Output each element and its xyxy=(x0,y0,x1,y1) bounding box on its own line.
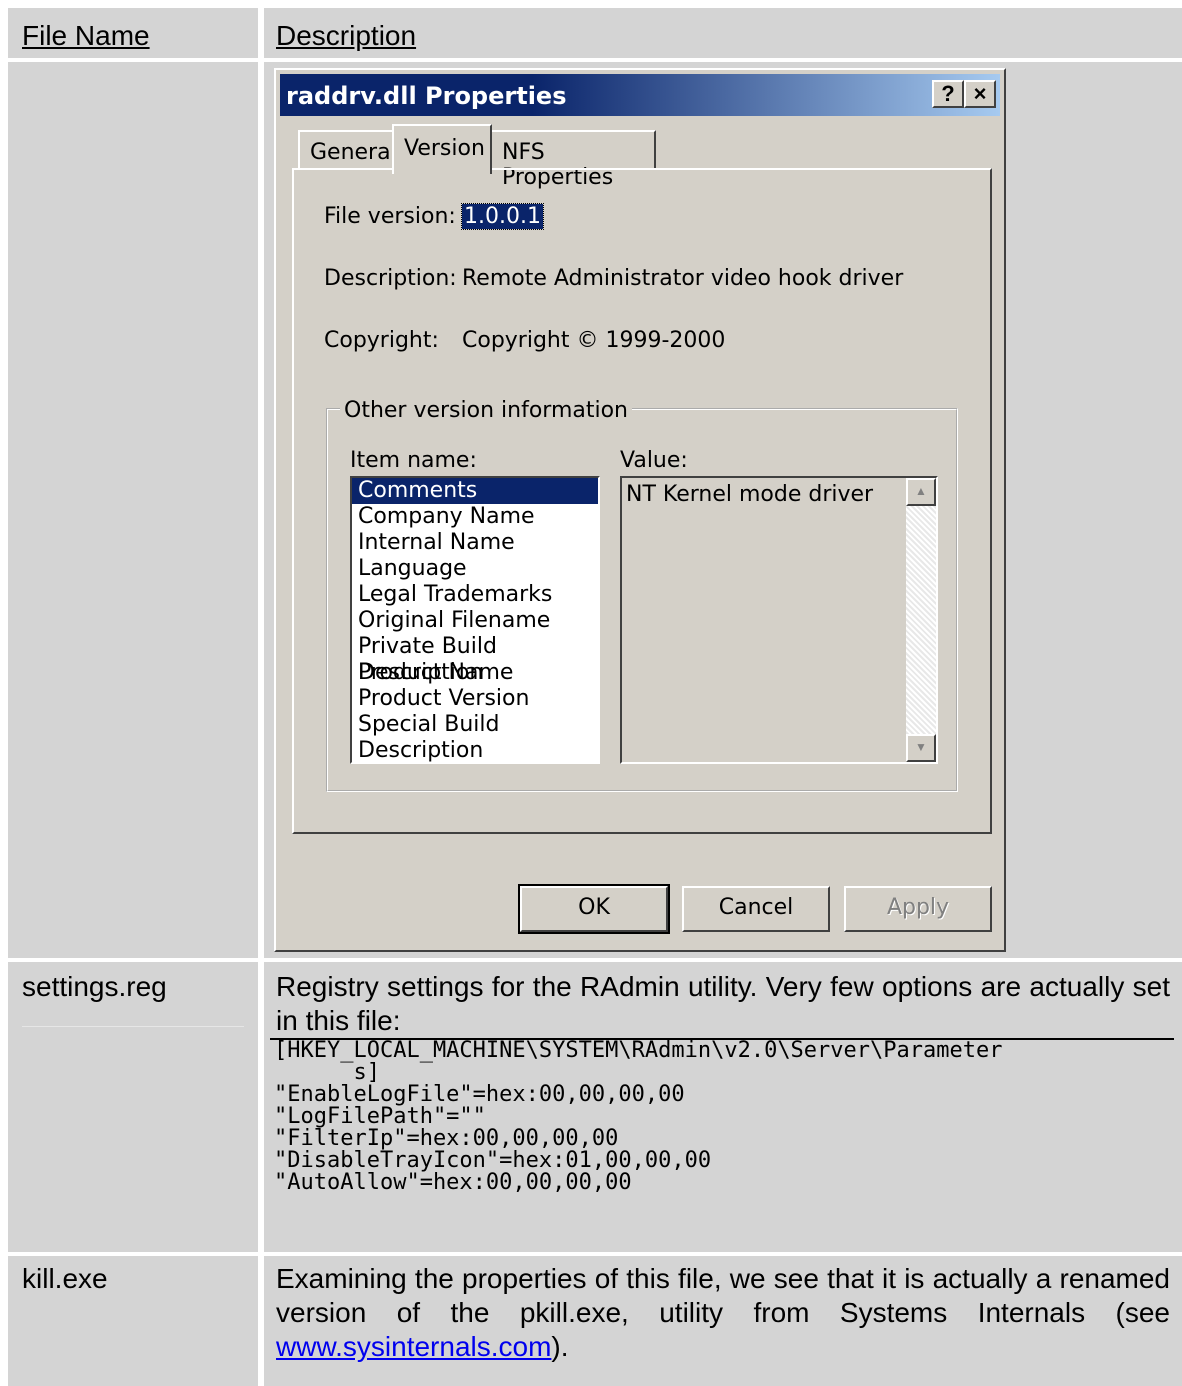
other-version-info-label: Other version information xyxy=(340,398,633,423)
list-item-special-build-description[interactable]: Special Build Description xyxy=(352,712,598,763)
list-item-legal-trademarks[interactable]: Legal Trademarks xyxy=(352,582,598,608)
tab-general[interactable]: General xyxy=(298,130,397,170)
header-file-name: File Name xyxy=(22,20,150,51)
tab-nfs-properties[interactable]: NFS Properties xyxy=(490,130,656,190)
list-item-comments[interactable]: Comments xyxy=(352,478,598,504)
list-item-private-build-description[interactable]: Private Build Description xyxy=(352,634,598,685)
file-kill-exe: kill.exe xyxy=(22,1263,108,1294)
list-item-product-name[interactable]: Product Name xyxy=(352,660,598,686)
list-item-original-filename[interactable]: Original Filename xyxy=(352,608,598,634)
header-description-cell: Description xyxy=(264,8,1182,58)
properties-dialog: raddrv.dll Properties ? × General Versio… xyxy=(274,68,1006,952)
list-item-company-name[interactable]: Company Name xyxy=(352,504,598,530)
row1-file-cell xyxy=(8,62,258,958)
header-file-name-cell: File Name xyxy=(8,8,258,58)
value-text: NT Kernel mode driver xyxy=(626,482,874,507)
header-description: Description xyxy=(276,20,417,51)
registry-listing: [HKEY_LOCAL_MACHINE\SYSTEM\RAdmin\v2.0\S… xyxy=(274,1038,1003,1195)
dialog-titlebar: raddrv.dll Properties ? × xyxy=(280,74,1000,116)
copyright-label: Copyright: xyxy=(324,328,439,353)
value-label: Value: xyxy=(620,448,688,473)
ok-button[interactable]: OK xyxy=(518,884,670,934)
list-item-product-version[interactable]: Product Version xyxy=(352,686,598,712)
list-item-language[interactable]: Language xyxy=(352,556,598,582)
description-value: Remote Administrator video hook driver xyxy=(462,266,904,291)
row3-description-cell: Examining the properties of this file, w… xyxy=(264,1256,1182,1386)
file-version-label: File version: xyxy=(324,204,456,229)
row3-file-cell: kill.exe xyxy=(8,1256,258,1386)
file-version-value[interactable]: 1.0.0.1 xyxy=(461,203,544,230)
row2-file-cell: settings.reg xyxy=(8,962,258,1252)
tab-version[interactable]: Version xyxy=(392,124,492,174)
apply-button[interactable]: Apply xyxy=(844,886,992,932)
scroll-up-icon[interactable]: ▲ xyxy=(906,478,936,506)
list-item-internal-name[interactable]: Internal Name xyxy=(352,530,598,556)
sysinternals-link[interactable]: www.sysinternals.com xyxy=(276,1331,551,1362)
copyright-value: Copyright © 1999-2000 xyxy=(462,328,726,353)
help-button[interactable]: ? xyxy=(932,80,964,108)
settings-reg-description: Registry settings for the RAdmin utility… xyxy=(276,971,1170,1036)
kill-exe-description: Examining the properties of this file, w… xyxy=(276,1263,1170,1362)
item-name-label: Item name: xyxy=(350,448,477,473)
scroll-down-icon[interactable]: ▼ xyxy=(906,734,936,762)
value-scrollbar[interactable]: ▲ ▼ xyxy=(906,478,936,762)
close-button[interactable]: × xyxy=(964,80,996,108)
description-label: Description: xyxy=(324,266,457,291)
cell-divider xyxy=(22,1026,244,1027)
dialog-title: raddrv.dll Properties xyxy=(286,82,567,110)
item-name-listbox[interactable]: Comments Company Name Internal Name Lang… xyxy=(350,476,600,764)
value-textbox[interactable]: NT Kernel mode driver ▲ ▼ xyxy=(620,476,938,764)
file-settings-reg: settings.reg xyxy=(22,971,167,1002)
cancel-button[interactable]: Cancel xyxy=(682,886,830,932)
